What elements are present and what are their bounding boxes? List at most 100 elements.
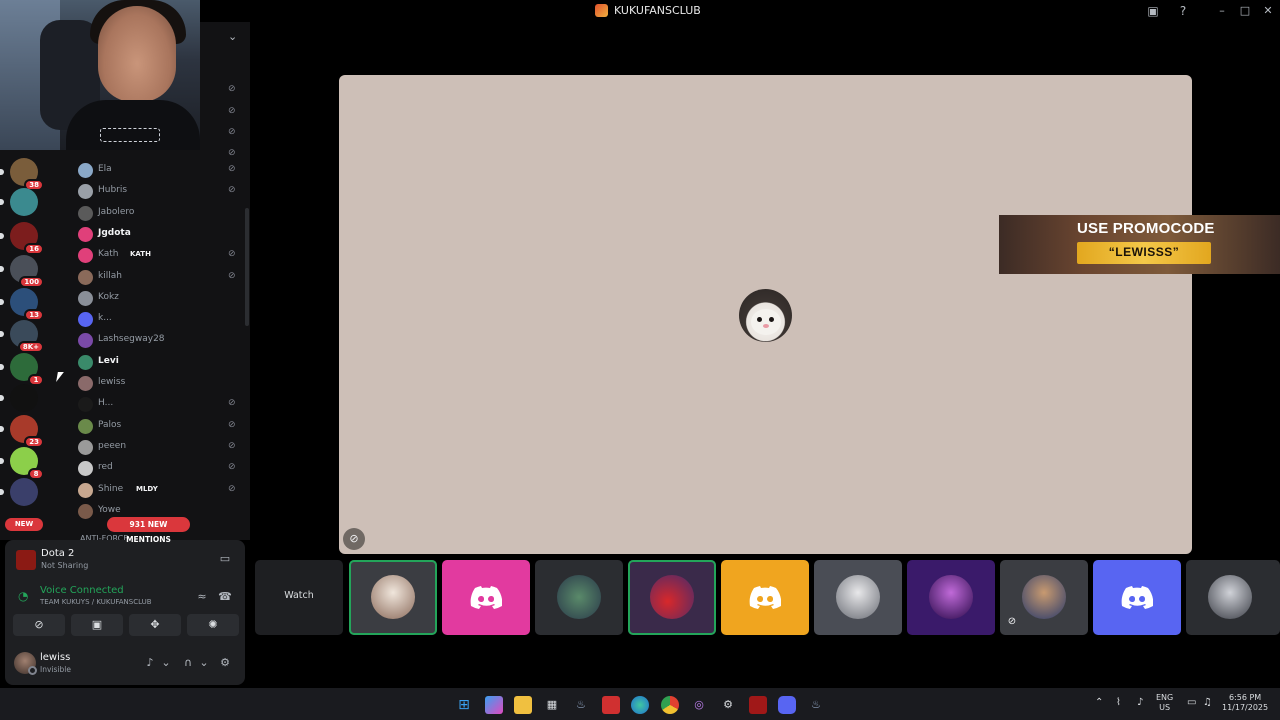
minimize-button[interactable]: – (1212, 2, 1232, 20)
voicemod-icon[interactable] (602, 696, 620, 714)
server-icon[interactable]: 16 (10, 222, 44, 255)
volume-icon[interactable]: ♫ (1203, 697, 1212, 708)
voice-member-row[interactable]: Shine MLDY ⊘ (48, 480, 246, 501)
member-name: Jgdota (98, 227, 131, 238)
network-icon[interactable]: ⌇ (1116, 697, 1121, 708)
new-mentions-pill[interactable]: 931 NEW MENTIONS (107, 517, 190, 544)
discord-taskbar-icon[interactable] (778, 696, 796, 714)
server-icon[interactable]: 100 (10, 255, 44, 288)
clock-date: 11/17/2025 (1222, 703, 1269, 712)
new-unreads-pill[interactable]: NEW (5, 518, 43, 531)
audio-options-chevron-icon[interactable]: ⌄ (197, 656, 211, 670)
store-icon[interactable]: ▦ (543, 696, 561, 714)
deafened-icon: ⊘ (228, 483, 236, 494)
share-screen-button[interactable]: ▣ (71, 614, 123, 636)
dota-taskbar-icon[interactable] (749, 696, 767, 714)
muted-icon: ⊘ (1007, 616, 1017, 627)
signal-icon[interactable]: ◔ (18, 589, 28, 603)
server-icon[interactable]: 38 (10, 158, 44, 191)
voice-member-row[interactable]: lewiss (48, 373, 246, 394)
voice-connected-label[interactable]: Voice Connected (40, 585, 124, 596)
close-button[interactable]: ✕ (1258, 2, 1278, 20)
participant-tile[interactable] (349, 560, 437, 635)
voice-member-row[interactable]: killah ⊘ (48, 267, 246, 288)
avatar (78, 184, 93, 200)
help-icon[interactable]: ? (1175, 3, 1191, 19)
participant-strip: Watch ⊘ (255, 560, 1280, 635)
voice-member-row[interactable]: Levi (48, 352, 246, 373)
headphones-icon[interactable]: ∩ (181, 656, 195, 670)
participant-tile[interactable] (442, 560, 530, 635)
voice-member-row[interactable]: red ⊘ (48, 458, 246, 479)
server-icon[interactable]: 8K+ (10, 320, 44, 353)
server-icon[interactable]: 8 (10, 447, 44, 480)
voice-member-row[interactable]: Palos ⊘ (48, 416, 246, 437)
voice-member-row[interactable]: Ela ⊘ (48, 160, 246, 181)
unread-indicator (0, 458, 4, 464)
activities-button[interactable]: ✥ (129, 614, 181, 636)
disconnect-icon[interactable]: ☎ (218, 590, 232, 604)
participant-tile[interactable] (535, 560, 623, 635)
voice-member-row[interactable]: Kokz (48, 288, 246, 309)
microphone-icon[interactable]: ♪ (143, 656, 157, 670)
server-icon[interactable]: 23 (10, 415, 44, 448)
voice-channel-label[interactable]: TEAM KUKUYS / KUKUFANSCLUB (40, 598, 152, 606)
steam-icon[interactable]: ♨ (572, 696, 590, 714)
watch-stream-tile[interactable]: Watch (255, 560, 343, 635)
voice-member-row[interactable]: H... ⊘ (48, 394, 246, 415)
avatar (78, 205, 93, 221)
toggle-camera-button[interactable]: ⊘ (13, 614, 65, 636)
voice-member-row[interactable]: Jgdota (48, 224, 246, 245)
settings-gear-icon[interactable]: ⚙ (218, 656, 232, 670)
participant-tile[interactable]: ⊘ (1000, 560, 1088, 635)
server-icon[interactable]: 13 (10, 288, 44, 321)
sharing-status: Not Sharing (41, 561, 89, 570)
maximize-button[interactable]: □ (1235, 2, 1255, 20)
participant-tile[interactable] (814, 560, 902, 635)
mic-options-chevron-icon[interactable]: ⌄ (159, 656, 173, 670)
settings-icon[interactable]: ⚙ (719, 696, 737, 714)
soundboard-button[interactable]: ✺ (187, 614, 239, 636)
copilot-icon[interactable] (485, 696, 503, 714)
share-screen-icon[interactable]: ▭ (218, 552, 232, 566)
voice-member-row[interactable]: k... (48, 309, 246, 330)
voice-member-row[interactable]: Kath KATH ⊘ (48, 245, 246, 266)
steam-taskbar-icon[interactable]: ♨ (807, 696, 825, 714)
voice-member-row[interactable]: Lashsegway28 (48, 330, 246, 351)
username[interactable]: lewiss (40, 652, 70, 663)
edge-icon[interactable] (631, 696, 649, 714)
clock-time: 6:56 PM (1228, 693, 1262, 702)
avatar (78, 418, 93, 434)
member-name: Lashsegway28 (98, 334, 165, 345)
participant-tile[interactable] (628, 560, 716, 635)
voice-member-row[interactable]: peeen ⊘ (48, 437, 246, 458)
deafened-icon: ⊘ (228, 398, 236, 409)
file-explorer-icon[interactable] (514, 696, 532, 714)
obs-icon[interactable]: ◎ (690, 696, 708, 714)
member-name: peeen (98, 440, 127, 451)
chevron-down-icon[interactable]: ⌄ (228, 30, 237, 43)
server-icon[interactable] (10, 478, 38, 506)
focused-participant-stage[interactable]: ⊘ (339, 75, 1192, 554)
avatar (78, 226, 93, 242)
noise-suppression-icon[interactable]: ≈ (195, 590, 209, 604)
server-icon[interactable] (10, 188, 38, 216)
microphone-tray-icon[interactable]: ♪ (1137, 697, 1143, 708)
monitor-icon[interactable]: ▭ (1187, 697, 1196, 708)
server-icon[interactable]: 1 (10, 353, 44, 386)
participant-tile[interactable] (907, 560, 995, 635)
game-activity: Dota 2 Not Sharing ▭ (5, 544, 245, 578)
tray-overflow-chevron-icon[interactable]: ⌃ (1095, 697, 1103, 708)
voice-member-row[interactable]: Hubris ⊘ (48, 181, 246, 202)
server-icon[interactable] (10, 384, 38, 412)
system-clock[interactable]: 6:56 PM 11/17/2025 (1222, 693, 1268, 713)
voice-member-row[interactable]: Jabolero (48, 203, 246, 224)
participant-tile[interactable] (1093, 560, 1181, 635)
start-icon[interactable]: ⊞ (455, 696, 473, 714)
chrome-icon[interactable] (661, 696, 679, 714)
inbox-icon[interactable]: ▣ (1145, 3, 1161, 19)
participant-tile[interactable] (1186, 560, 1280, 635)
participant-tile[interactable] (721, 560, 809, 635)
member-name: Yowe (98, 504, 121, 515)
language-indicator[interactable]: ENG US (1156, 693, 1173, 713)
